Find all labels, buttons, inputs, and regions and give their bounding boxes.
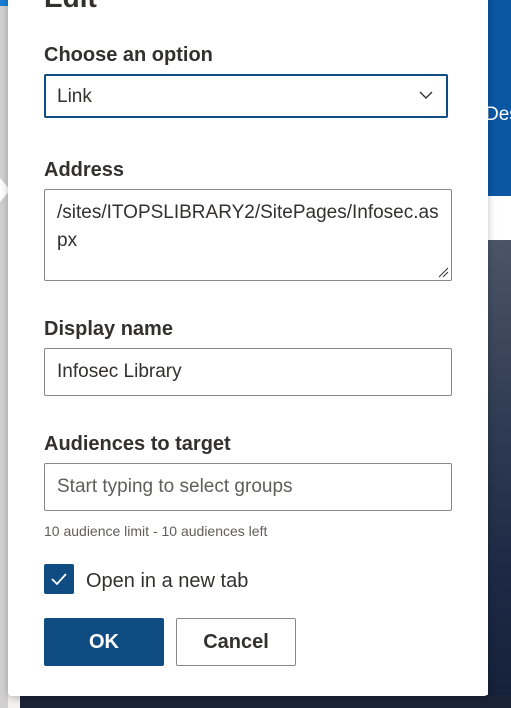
address-value: /sites/ITOPSLIBRARY2/SitePages/Infosec.a… [57, 202, 439, 251]
address-textarea[interactable]: /sites/ITOPSLIBRARY2/SitePages/Infosec.a… [44, 189, 452, 281]
resize-grip-icon[interactable] [437, 266, 449, 278]
option-label: Choose an option [44, 44, 213, 66]
chevron-down-icon [419, 91, 433, 99]
panel-title: Edit [44, 0, 97, 14]
background-photo [488, 240, 511, 708]
ok-button[interactable]: OK [44, 618, 164, 666]
new-tab-label[interactable]: Open in a new tab [86, 570, 248, 593]
option-dropdown-value: Link [57, 86, 92, 107]
background-header-text: Des [485, 104, 511, 125]
cancel-button[interactable]: Cancel [176, 618, 296, 666]
checkmark-icon [51, 573, 67, 586]
background-photo-bottom [20, 695, 511, 708]
audiences-placeholder: Start typing to select groups [57, 476, 293, 497]
new-tab-checkbox[interactable] [44, 564, 74, 594]
option-dropdown[interactable]: Link [44, 74, 448, 118]
display-name-label: Display name [44, 318, 173, 340]
background-white-band [488, 196, 511, 240]
edit-panel: Edit Choose an option Link Address /site… [8, 0, 488, 696]
display-name-value: Infosec Library [57, 361, 182, 382]
audiences-hint: 10 audience limit - 10 audiences left [44, 523, 268, 539]
audiences-input[interactable]: Start typing to select groups [44, 463, 452, 511]
background-left-strip [0, 6, 8, 708]
address-label: Address [44, 159, 125, 181]
background-header-block [488, 0, 511, 196]
display-name-input[interactable]: Infosec Library [44, 348, 452, 396]
audiences-label: Audiences to target [44, 433, 231, 455]
